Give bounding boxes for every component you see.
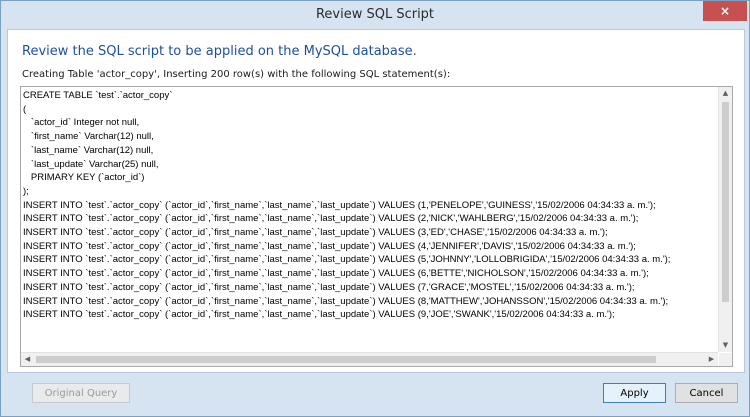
dialog-heading: Review the SQL script to be applied on t… (22, 44, 417, 59)
original-query-button[interactable]: Original Query (32, 383, 130, 403)
dialog-footer: Original Query Apply Cancel (1, 373, 749, 416)
sql-code-area[interactable]: CREATE TABLE `test`.`actor_copy` ( `acto… (21, 87, 718, 352)
close-icon: × (719, 4, 731, 18)
scrollbar-corner (719, 353, 732, 366)
sql-script-editor[interactable]: CREATE TABLE `test`.`actor_copy` ( `acto… (20, 86, 733, 367)
horizontal-scroll-thumb[interactable] (36, 356, 656, 363)
apply-button[interactable]: Apply (603, 383, 666, 403)
vertical-scroll-thumb[interactable] (722, 102, 729, 302)
scroll-down-icon[interactable]: ▼ (719, 339, 732, 352)
review-sql-dialog: Review SQL Script × Review the SQL scrip… (0, 0, 750, 417)
scroll-right-icon[interactable]: ▶ (705, 353, 718, 366)
horizontal-scrollbar[interactable]: ◀ ▶ (21, 352, 718, 366)
title-bar[interactable]: Review SQL Script × (1, 1, 749, 29)
cancel-button[interactable]: Cancel (675, 383, 738, 403)
close-button[interactable]: × (703, 1, 747, 21)
window-title: Review SQL Script (315, 7, 435, 22)
content-panel: Review the SQL script to be applied on t… (7, 29, 745, 373)
vertical-scrollbar[interactable]: ▲ ▼ (718, 87, 732, 352)
scroll-left-icon[interactable]: ◀ (21, 353, 34, 366)
dialog-subheading: Creating Table 'actor_copy', Inserting 2… (22, 69, 451, 80)
scroll-up-icon[interactable]: ▲ (719, 87, 732, 100)
sql-script-text[interactable]: CREATE TABLE `test`.`actor_copy` ( `acto… (21, 87, 718, 322)
